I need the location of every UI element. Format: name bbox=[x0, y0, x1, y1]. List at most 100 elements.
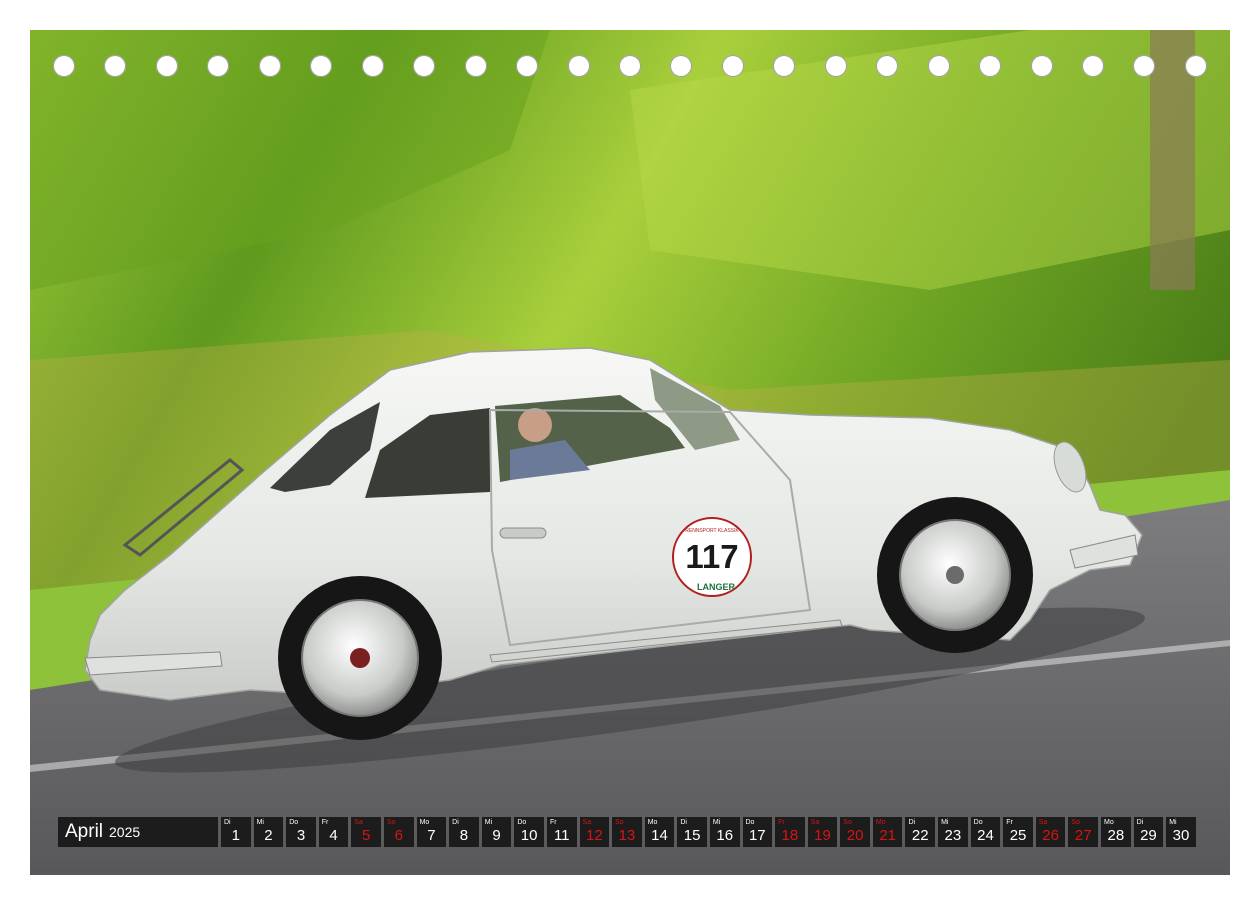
day-number: 7 bbox=[427, 827, 436, 844]
binding-hole bbox=[310, 55, 333, 77]
binding-hole bbox=[413, 55, 436, 77]
day-cell: Sa 19 bbox=[807, 817, 838, 847]
day-cell: Do 24 bbox=[970, 817, 1001, 847]
weekday-label: Mo bbox=[647, 819, 658, 826]
day-cell: Mi 9 bbox=[481, 817, 512, 847]
day-cell: Fr 18 bbox=[775, 817, 805, 847]
day-cell: Mi 2 bbox=[253, 817, 284, 847]
day-cell: Do 10 bbox=[514, 817, 544, 847]
binding-hole bbox=[1184, 55, 1207, 77]
weekday-label: Sa bbox=[810, 819, 820, 826]
day-number: 6 bbox=[394, 827, 403, 844]
weekday-label: So bbox=[386, 819, 396, 826]
day-number: 20 bbox=[846, 827, 864, 844]
day-cell: Mi 16 bbox=[709, 817, 740, 847]
day-number: 24 bbox=[977, 827, 994, 844]
binding-hole bbox=[773, 55, 796, 77]
day-cell: So 27 bbox=[1068, 817, 1099, 847]
binding-hole bbox=[1030, 55, 1053, 77]
weekday-label: So bbox=[615, 819, 624, 826]
weekday-label: Fr bbox=[321, 819, 329, 826]
binding-hole bbox=[824, 55, 847, 77]
binding-hole bbox=[516, 55, 539, 77]
day-number: 9 bbox=[492, 827, 501, 844]
day-number: 23 bbox=[944, 827, 962, 844]
day-number: 17 bbox=[748, 827, 766, 844]
binding-holes bbox=[30, 55, 1230, 79]
race-number: 117 bbox=[685, 538, 738, 575]
calendar-photo: 117 RENNSPORT KLASSIK LANGER bbox=[30, 30, 1230, 875]
rear-wheel bbox=[278, 576, 442, 740]
month-name: April bbox=[65, 821, 104, 842]
plate-sponsor-text: LANGER bbox=[697, 582, 736, 592]
weekday-label: Fr bbox=[778, 819, 785, 826]
weekday-label: Mo bbox=[875, 819, 886, 826]
day-number: 29 bbox=[1140, 827, 1157, 844]
binding-hole bbox=[618, 55, 641, 77]
day-cell: Sa 12 bbox=[579, 817, 610, 847]
day-number: 22 bbox=[911, 827, 929, 844]
calendar-bar: April 2025 Di 1 Mi 2 Do 3 Fr 4 Sa 5 So 6 Mo 7 Di 8 Mi 9 Do… bbox=[58, 817, 1196, 847]
day-number: 19 bbox=[814, 827, 831, 844]
front-wheel bbox=[877, 497, 1033, 653]
weekday-label: Sa bbox=[1038, 819, 1048, 826]
day-number: 16 bbox=[716, 827, 734, 844]
weekday-label: Mi bbox=[712, 819, 721, 826]
day-cell: Mo 7 bbox=[416, 817, 447, 847]
month-year: 2025 bbox=[109, 824, 141, 840]
day-cell: Fr 11 bbox=[546, 817, 577, 847]
day-cell: Sa 26 bbox=[1035, 817, 1066, 847]
day-cell: Mi 23 bbox=[938, 817, 968, 847]
day-number: 10 bbox=[520, 827, 538, 844]
binding-hole bbox=[464, 55, 487, 77]
weekday-label: Fr bbox=[1006, 819, 1013, 826]
weekday-label: Sa bbox=[354, 819, 363, 826]
weekday-label: Di bbox=[680, 819, 687, 826]
weekday-label: So bbox=[843, 819, 852, 826]
day-number: 27 bbox=[1074, 827, 1092, 844]
weekday-label: Di bbox=[224, 819, 231, 826]
binding-hole bbox=[207, 55, 230, 77]
weekday-label: Mo bbox=[419, 819, 430, 826]
weekday-label: Sa bbox=[582, 819, 592, 826]
day-number: 1 bbox=[231, 827, 240, 844]
binding-hole bbox=[155, 55, 178, 77]
weekday-label: Do bbox=[973, 819, 983, 826]
weekday-label: Mi bbox=[256, 819, 264, 826]
month-label: April 2025 bbox=[58, 817, 218, 847]
day-number: 15 bbox=[683, 827, 701, 844]
day-cell: Mo 14 bbox=[644, 817, 675, 847]
weekday-label: Do bbox=[517, 819, 527, 826]
weekday-label: Mi bbox=[941, 819, 949, 826]
binding-hole bbox=[258, 55, 281, 77]
day-cell: Mo 28 bbox=[1101, 817, 1131, 847]
weekday-label: Do bbox=[745, 819, 755, 826]
binding-hole bbox=[1082, 55, 1104, 77]
day-number: 11 bbox=[553, 827, 570, 844]
binding-hole bbox=[927, 55, 950, 77]
day-number: 13 bbox=[618, 827, 636, 844]
weekday-label: Fr bbox=[549, 819, 557, 826]
day-number: 25 bbox=[1009, 827, 1027, 844]
weekday-label: Di bbox=[1136, 819, 1144, 826]
weekday-label: Di bbox=[908, 819, 916, 826]
day-number: 28 bbox=[1107, 827, 1125, 844]
plate-top-text: RENNSPORT KLASSIK bbox=[685, 528, 739, 534]
weekday-label: So bbox=[1071, 819, 1080, 826]
day-cell: Sa 5 bbox=[351, 817, 381, 847]
weekday-label: Di bbox=[452, 819, 459, 826]
day-cell: So 6 bbox=[383, 817, 414, 847]
day-number: 12 bbox=[585, 827, 603, 844]
binding-hole bbox=[361, 55, 384, 77]
day-number: 3 bbox=[296, 827, 306, 844]
weekday-label: Mi bbox=[484, 819, 493, 826]
binding-hole bbox=[104, 55, 127, 77]
day-number: 30 bbox=[1172, 827, 1190, 844]
day-number: 21 bbox=[879, 827, 897, 844]
day-cell: So 20 bbox=[840, 817, 870, 847]
day-cell: Fr 4 bbox=[318, 817, 349, 847]
binding-hole bbox=[876, 55, 899, 77]
weekday-label: Do bbox=[289, 819, 299, 826]
weekday-label: Mi bbox=[1169, 819, 1177, 826]
day-cell: Do 17 bbox=[742, 817, 773, 847]
